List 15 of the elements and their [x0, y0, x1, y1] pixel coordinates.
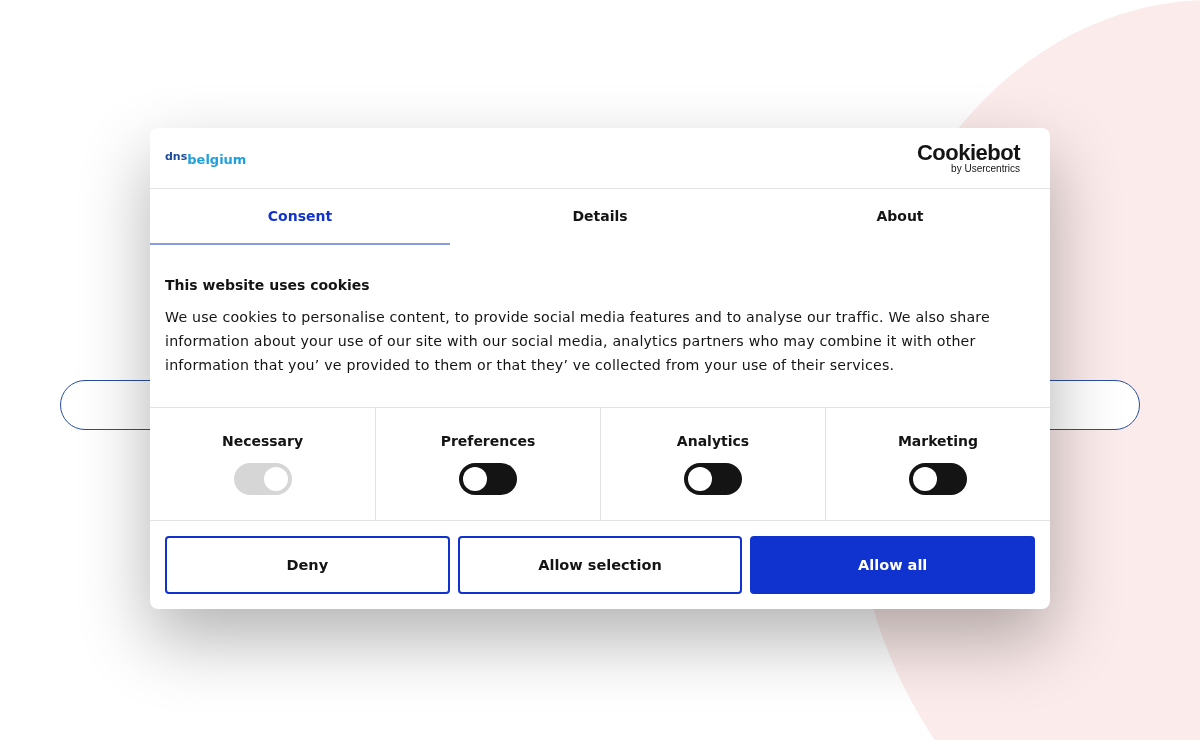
category-label: Preferences	[440, 433, 536, 449]
toggle-switch[interactable]	[684, 463, 742, 495]
tab[interactable]: Consent	[150, 189, 450, 245]
dialog-description: We use cookies to personalise content, to provide social media features and to analyse our traffic. We also share information about your use of our site with our social media, analytics partners who may combine it with other information that you’ ve provided to them or that they’ ve collected from your use of their services.	[165, 308, 991, 375]
tab[interactable]: About	[750, 189, 1050, 245]
dialog-heading: This website uses cookies	[165, 277, 371, 293]
category-label: Marketing	[897, 433, 979, 449]
category-label: Analytics	[676, 433, 750, 449]
outline-button[interactable]: Allow selection	[457, 536, 743, 594]
primary-button[interactable]: Allow all	[750, 536, 1035, 594]
category-label: Necessary	[221, 433, 304, 449]
provider-logo: Cookiebot by Usercentrics	[916, 142, 1020, 174]
toggle-switch[interactable]	[459, 463, 517, 495]
outline-button[interactable]: Deny	[165, 536, 450, 594]
toggle-switch[interactable]	[909, 463, 967, 495]
